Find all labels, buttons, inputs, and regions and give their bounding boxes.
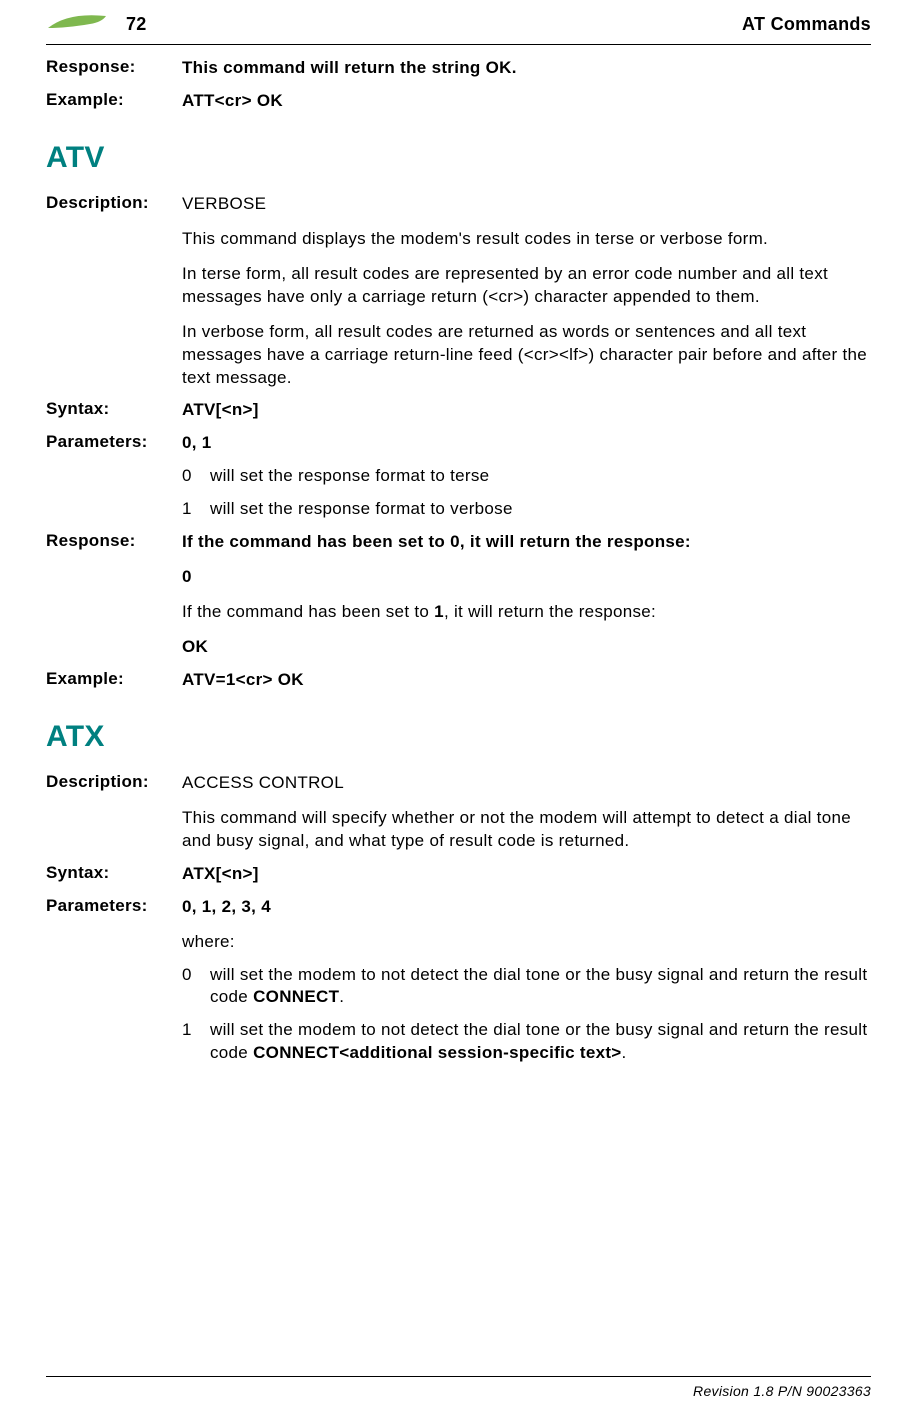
example-label: Example: <box>46 669 182 692</box>
param-text: will set the modem to not detect the dia… <box>210 964 871 1010</box>
atv-desc-p1: This command displays the modem's result… <box>182 228 871 251</box>
atv-rl2c: , it will return the response: <box>444 602 656 621</box>
atv-parameters-row: Parameters: 0, 1 0 will set the response… <box>46 432 871 521</box>
response-label: Response: <box>46 531 182 659</box>
example-value: ATT<cr> OK <box>182 90 871 113</box>
parameters-label: Parameters: <box>46 896 182 1066</box>
top-response-row: Response: This command will return the s… <box>46 57 871 80</box>
param-num: 1 <box>182 1019 210 1065</box>
parameters-value: 0, 1 0 will set the response format to t… <box>182 432 871 521</box>
atx-param-1: 1 will set the modem to not detect the d… <box>182 1019 871 1065</box>
atv-response-ok: OK <box>182 637 208 656</box>
syntax-label: Syntax: <box>46 863 182 886</box>
atx-params-head: 0, 1, 2, 3, 4 <box>182 897 271 916</box>
atv-response-zero: 0 <box>182 567 192 586</box>
atv-desc-p2: In terse form, all result codes are repr… <box>182 263 871 309</box>
example-value: ATV=1<cr> OK <box>182 669 871 692</box>
param-num: 0 <box>182 465 210 488</box>
syntax-value: ATX[<n>] <box>182 863 871 886</box>
atv-response-line2: If the command has been set to 1, it wil… <box>182 601 871 624</box>
atx-desc-p1: This command will specify whether or not… <box>182 807 871 853</box>
param-num: 0 <box>182 964 210 1010</box>
atv-param-0: 0 will set the response format to terse <box>182 465 871 488</box>
page-header: 72 AT Commands <box>46 10 871 45</box>
atv-desc-p3: In verbose form, all result codes are re… <box>182 321 871 390</box>
footer-text: Revision 1.8 P/N 90023363 <box>693 1383 871 1399</box>
param-num: 1 <box>182 498 210 521</box>
description-value: VERBOSE This command displays the modem'… <box>182 193 871 390</box>
top-example-row: Example: ATT<cr> OK <box>46 90 871 113</box>
header-title: AT Commands <box>742 14 871 35</box>
atv-param-1: 1 will set the response format to verbos… <box>182 498 871 521</box>
response-label: Response: <box>46 57 182 80</box>
syntax-label: Syntax: <box>46 399 182 422</box>
atx-p1b: CONNECT<additional session-specific text… <box>253 1043 621 1062</box>
atx-p0b: CONNECT <box>253 987 339 1006</box>
atv-syntax-row: Syntax: ATV[<n>] <box>46 399 871 422</box>
syntax-value: ATV[<n>] <box>182 399 871 422</box>
parameters-value: 0, 1, 2, 3, 4 where: 0 will set the mode… <box>182 896 871 1066</box>
example-label: Example: <box>46 90 182 113</box>
param-text: will set the response format to terse <box>210 465 871 488</box>
description-label: Description: <box>46 772 182 853</box>
atv-params-head: 0, 1 <box>182 433 212 452</box>
atx-syntax-row: Syntax: ATX[<n>] <box>46 863 871 886</box>
atx-where: where: <box>182 931 871 954</box>
header-left: 72 <box>46 10 147 38</box>
page: 72 AT Commands Response: This command wi… <box>0 0 917 1065</box>
atv-response-row: Response: If the command has been set to… <box>46 531 871 659</box>
atv-response-line1: If the command has been set to 0, it wil… <box>182 532 691 551</box>
param-text: will set the modem to not detect the dia… <box>210 1019 871 1065</box>
atx-description-row: Description: ACCESS CONTROL This command… <box>46 772 871 853</box>
parameters-label: Parameters: <box>46 432 182 521</box>
atv-rl2a: If the command has been set to <box>182 602 434 621</box>
description-term: ACCESS CONTROL <box>182 772 871 795</box>
atv-heading: ATV <box>46 141 871 175</box>
atv-rl2b: 1 <box>434 602 444 621</box>
atx-p1c: . <box>622 1043 627 1062</box>
response-value: If the command has been set to 0 , it wil… <box>182 531 871 659</box>
description-term: VERBOSE <box>182 193 871 216</box>
footer: Revision 1.8 P/N 90023363 <box>46 1376 871 1399</box>
response-value: This command will return the string OK. <box>182 57 871 80</box>
content: Response: This command will return the s… <box>46 57 871 1065</box>
description-label: Description: <box>46 193 182 390</box>
swoosh-icon <box>46 10 110 38</box>
atv-description-row: Description: VERBOSE This command displa… <box>46 193 871 390</box>
atx-parameters-row: Parameters: 0, 1, 2, 3, 4 where: 0 will … <box>46 896 871 1066</box>
atv-example-row: Example: ATV=1<cr> OK <box>46 669 871 692</box>
param-text: will set the response format to verbose <box>210 498 871 521</box>
atx-heading: ATX <box>46 720 871 754</box>
atx-param-0: 0 will set the modem to not detect the d… <box>182 964 871 1010</box>
page-number: 72 <box>126 14 147 35</box>
description-value: ACCESS CONTROL This command will specify… <box>182 772 871 853</box>
atx-p0c: . <box>339 987 344 1006</box>
